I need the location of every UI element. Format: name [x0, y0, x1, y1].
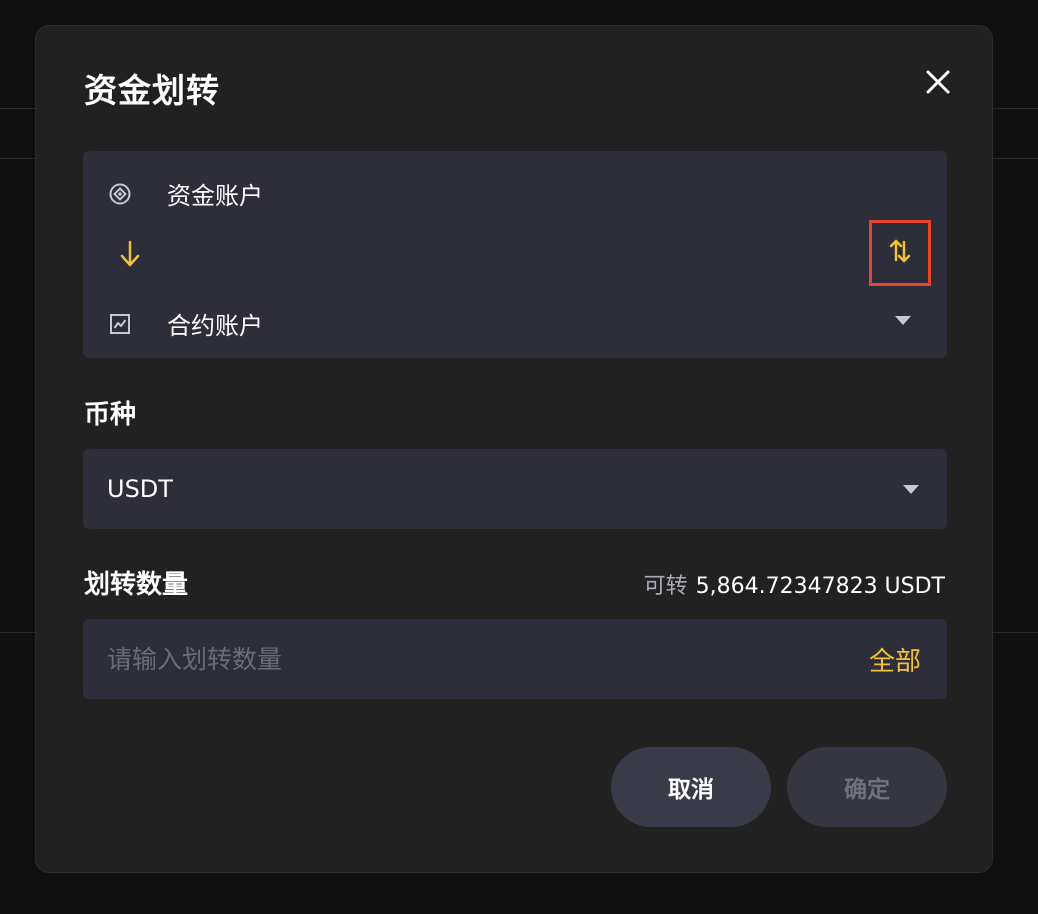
futures-account-icon	[107, 311, 133, 337]
chevron-down-icon[interactable]	[895, 316, 911, 325]
background-divider	[0, 158, 36, 159]
transfer-dialog: 资金划转 资金账户 合约账户 币种 USDT 划转数量 可转 5,864.723…	[35, 25, 993, 873]
background-divider	[0, 108, 36, 109]
account-selector: 资金账户 合约账户	[83, 151, 947, 358]
to-account[interactable]: 合约账户	[107, 306, 263, 341]
coin-select[interactable]: USDT	[83, 449, 947, 529]
available-prefix: 可转	[643, 574, 688, 599]
coin-label: 币种	[84, 400, 137, 430]
background-divider	[992, 108, 1038, 109]
background-divider	[992, 158, 1038, 159]
amount-label: 划转数量	[84, 570, 189, 600]
dialog-title: 资金划转	[84, 71, 220, 110]
background-divider	[992, 632, 1038, 633]
all-amount-button[interactable]: 全部	[869, 641, 921, 678]
amount-field: 全部	[83, 619, 947, 699]
funding-account-icon	[107, 181, 133, 207]
swap-vertical-icon	[889, 238, 911, 268]
background-divider	[0, 632, 36, 633]
from-account-label: 资金账户	[167, 182, 263, 210]
available-balance: 可转 5,864.72347823 USDT	[644, 568, 945, 600]
cancel-button[interactable]: 取消	[611, 747, 771, 827]
arrow-down-icon	[117, 239, 143, 269]
from-account[interactable]: 资金账户	[107, 176, 263, 211]
amount-input[interactable]	[107, 633, 807, 685]
swap-accounts-button[interactable]	[869, 220, 931, 286]
confirm-button[interactable]: 确定	[787, 747, 947, 827]
to-account-label: 合约账户	[167, 312, 263, 340]
available-value: 5,864.72347823 USDT	[695, 574, 945, 599]
coin-selected-value: USDT	[107, 475, 173, 503]
chevron-down-icon	[903, 485, 919, 494]
close-icon[interactable]	[922, 66, 954, 98]
